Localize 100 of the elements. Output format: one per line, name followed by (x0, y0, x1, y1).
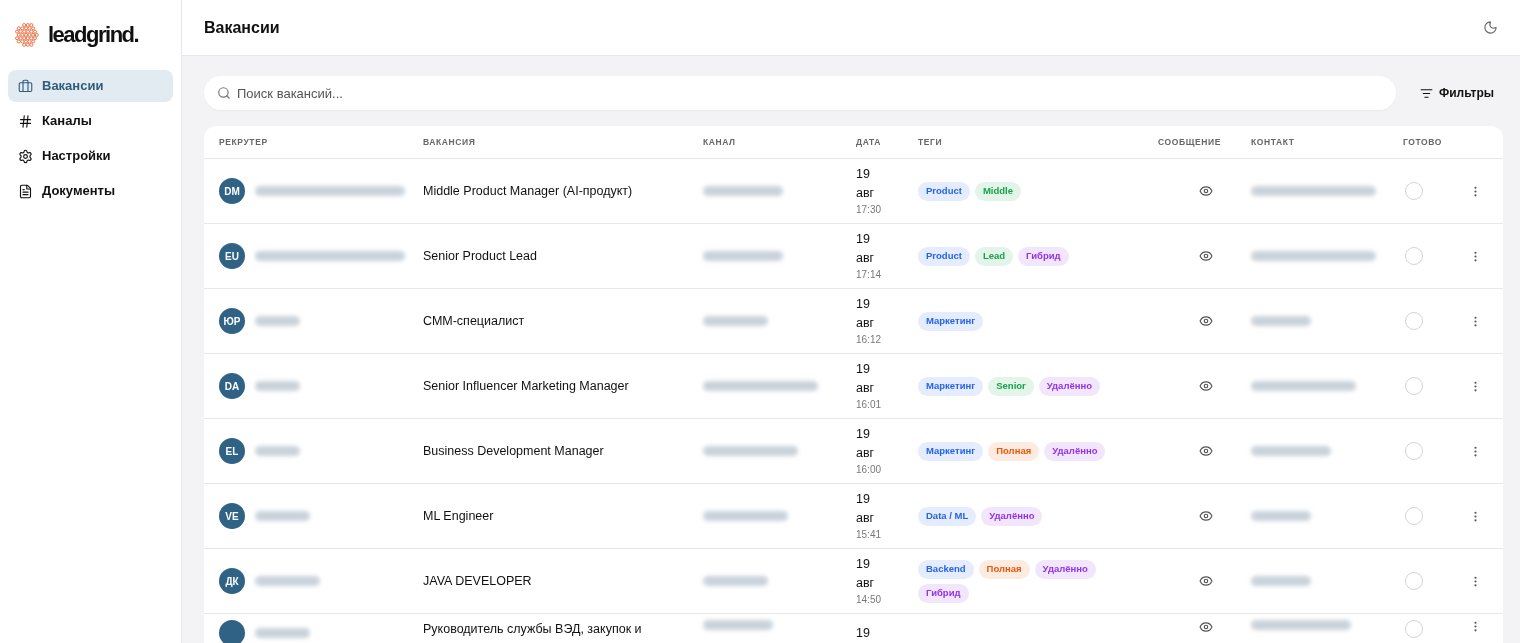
tag: Гибрид (1018, 246, 1069, 266)
date-month: авг (856, 250, 876, 267)
date-time: 16:00 (856, 463, 883, 477)
filter-icon (1419, 86, 1433, 100)
tag: Полная (978, 559, 1030, 579)
avatar (219, 620, 245, 643)
column-header: КАНАЛ (703, 135, 737, 149)
vacancy-title: СММ-специалист (423, 312, 526, 330)
date-month: авг (856, 445, 876, 462)
date-month: авг (856, 510, 876, 527)
date-month: авг (856, 380, 876, 397)
vacancy-title: Business Development Manager (423, 442, 605, 460)
avatar: EL (219, 438, 245, 464)
blurred-text (255, 381, 300, 391)
blurred-text (703, 620, 773, 630)
date-day: 19 (856, 360, 918, 379)
eye-icon[interactable] (1198, 509, 1213, 523)
document-icon (18, 183, 33, 199)
search-field[interactable]: Поиск вакансий... (204, 76, 1396, 110)
eye-icon[interactable] (1198, 184, 1213, 198)
column-header: РЕКРУТЕР (219, 135, 269, 149)
column-header: СООБЩЕНИЕ (1158, 135, 1221, 149)
eye-icon[interactable] (1198, 379, 1213, 393)
tag: Маркетинг (918, 376, 984, 396)
avatar: DM (219, 178, 245, 204)
tag: Lead (974, 246, 1014, 266)
column-header: ВАКАНСИЯ (423, 135, 477, 149)
moon-icon[interactable] (1483, 20, 1498, 35)
avatar: ЮР (219, 308, 245, 334)
vacancy-title: Senior Product Lead (423, 247, 538, 265)
column-header: ТЕГИ (918, 135, 944, 149)
blurred-text (1251, 576, 1311, 586)
avatar: DA (219, 373, 245, 399)
tag: Middle (974, 181, 1021, 201)
tag: Удалённо (1034, 559, 1096, 579)
avatar: ДК (219, 568, 245, 594)
date-day: 19 (856, 425, 918, 444)
tag: Маркетинг (918, 311, 984, 331)
tag: Senior (988, 376, 1034, 396)
blurred-text (1251, 511, 1311, 521)
date-day: 19 (856, 490, 918, 509)
date-month: авг (856, 575, 876, 592)
eye-icon[interactable] (1198, 444, 1213, 458)
eye-icon[interactable] (1198, 249, 1213, 263)
sidebar-item[interactable]: Каналы (8, 105, 173, 137)
date-time: 17:14 (856, 268, 883, 282)
tag: Удалённо (1038, 376, 1100, 396)
eye-icon[interactable] (1198, 620, 1213, 634)
logo-icon (14, 22, 40, 48)
tag: Backend (918, 559, 974, 579)
blurred-text (255, 446, 300, 456)
vacancy-title: JAVA DEVELOPER (423, 572, 533, 590)
sidebar-item[interactable]: Настройки (8, 140, 173, 172)
filters-button[interactable]: Фильтры (1411, 76, 1502, 110)
tag: Product (918, 181, 970, 201)
date-month: авг (856, 315, 876, 332)
eye-icon[interactable] (1198, 314, 1213, 328)
sidebar-item[interactable]: Документы (8, 175, 173, 207)
blurred-text (255, 576, 320, 586)
brand-name: leadgrind. (48, 24, 139, 46)
date-day: 19 (856, 624, 918, 643)
briefcase-icon (18, 78, 33, 94)
tag: Удалённо (981, 506, 1043, 526)
tag: Product (918, 246, 970, 266)
eye-icon[interactable] (1198, 574, 1213, 588)
column-header: ГОТОВО (1403, 135, 1444, 149)
tag: Data / ML (918, 506, 977, 526)
search-icon (217, 86, 231, 100)
date-day: 19 (856, 230, 918, 249)
tag: Полная (988, 441, 1040, 461)
blurred-text (703, 576, 768, 586)
date-time: 17:30 (856, 203, 883, 217)
column-header: КОНТАКТ (1251, 135, 1296, 149)
blurred-text (255, 628, 310, 638)
vacancy-title: Middle Product Manager (AI-продукт) (423, 182, 634, 200)
vacancy-title: Senior Influencer Marketing Manager (423, 377, 630, 395)
hash-icon (18, 113, 33, 129)
sidebar-item[interactable]: Вакансии (8, 70, 173, 102)
vacancy-title: ML Engineer (423, 507, 495, 525)
tag: Гибрид (918, 583, 969, 603)
date-time: 14:50 (856, 593, 883, 607)
date-day: 19 (856, 295, 918, 314)
blurred-text (703, 316, 768, 326)
column-header: ДАТА (856, 135, 882, 149)
tag: Маркетинг (918, 441, 984, 461)
date-month: авг (856, 185, 876, 202)
blurred-text (255, 511, 310, 521)
date-day: 19 (856, 555, 918, 574)
avatar: EU (219, 243, 245, 269)
date-time: 16:12 (856, 333, 883, 347)
date-time: 16:01 (856, 398, 883, 412)
page-title: Вакансии (204, 17, 280, 38)
date-time: 15:41 (856, 528, 883, 542)
settings-icon (18, 148, 33, 164)
tag: Удалённо (1044, 441, 1106, 461)
date-day: 19 (856, 165, 918, 184)
blurred-text (255, 316, 300, 326)
vacancy-title: Руководитель службы ВЭД, закупок и (423, 621, 643, 638)
avatar: VE (219, 503, 245, 529)
blurred-text (1251, 316, 1311, 326)
